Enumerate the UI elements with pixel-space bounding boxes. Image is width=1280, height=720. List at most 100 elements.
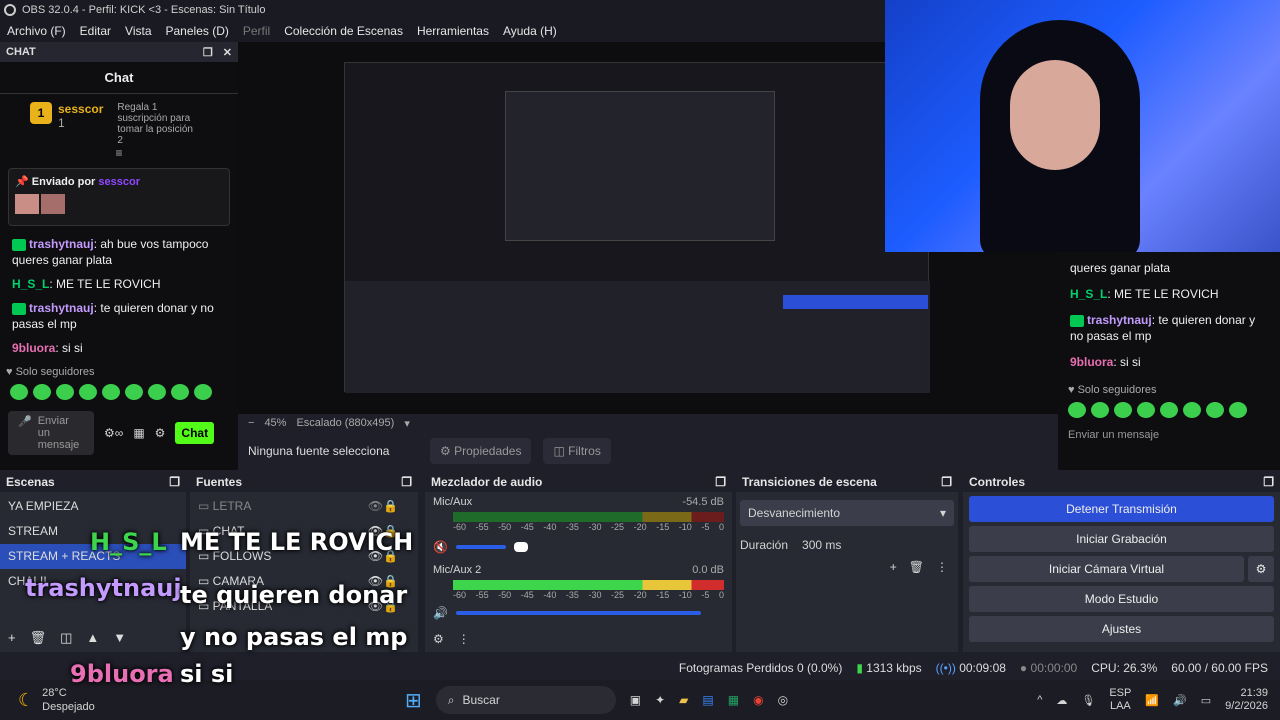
mixer-channel: Mic/Aux 2 0.0 dB -60 -55 -50 -45 -40 -35 -30 -25… [425,558,732,626]
volume-icon[interactable]: 🔊 [1173,694,1187,707]
preview-zoom-bar: − 45% Escalado (880x495) ▾ [238,414,1058,432]
trash-icon[interactable]: 🗑 [909,560,924,574]
close-icon[interactable]: ✕ [223,46,232,59]
controls-panel: Controles ❐ Detener Transmisión Iniciar G… [963,472,1280,652]
search-icon: ⌕ [447,692,455,707]
eye-icon: 👁🔒 [367,499,398,513]
menu-vista[interactable]: Vista [118,24,158,38]
options-icon[interactable]: ⚙∞ [104,426,123,440]
leaderboard: 1 sesscor 1 Regala 1 suscripción para to… [0,94,238,146]
menu-ayuda[interactable]: Ayuda (H) [496,24,564,38]
wifi-icon[interactable]: 📶 [1145,694,1159,707]
start-recording-button[interactable]: Iniciar Grabación [969,526,1274,552]
preview-capture-recursion [344,62,930,393]
undock-icon[interactable]: ❐ [715,475,726,489]
preview-chat-overlay: queres ganar plata H_S_L: ME TE LE ROVIC… [1058,252,1280,470]
add-icon[interactable]: + [8,630,16,646]
chrome-icon[interactable]: ◉ [753,693,763,707]
studio-mode-button[interactable]: Modo Estudio [969,586,1274,612]
more-icon[interactable]: ⋮ [936,560,948,574]
up-icon[interactable]: ▲ [86,630,99,646]
tray-chevron-icon[interactable]: ^ [1037,694,1042,706]
stop-stream-button[interactable]: Detener Transmisión [969,496,1274,522]
language-indicator[interactable]: ESP LAA [1109,687,1131,713]
overlay-text: te quieren donar y no pasas el mp [180,581,408,651]
copilot-icon[interactable]: ✦ [655,693,665,707]
duration-label: Duración [740,538,789,552]
volume-slider[interactable] [455,545,506,549]
menu-editar[interactable]: Editar [73,24,118,38]
send-message-input: Enviar un mensaje [1068,429,1160,441]
menu-paneles[interactable]: Paneles (D) [159,24,236,38]
undock-icon[interactable]: ❐ [203,46,213,59]
meter-ticks: -60 -55 -50 -45 -40 -35 -30 -25 -20 -15 -10 -5 0 [453,590,724,600]
task-view-icon[interactable]: ▣ [630,693,641,707]
emote-bar[interactable] [0,382,238,405]
scale-select[interactable]: Escalado (880x495) [296,417,394,429]
pinned-message: 📌 Enviado por sesscor [8,168,230,226]
channel-db: -54.5 dB [682,496,724,508]
pinned-user: sesscor [98,176,140,188]
clock[interactable]: 21:39 9/2/2026 [1225,687,1268,713]
chat-dock-title: CHAT [6,46,36,58]
filter-icon[interactable]: ◫ [60,630,72,646]
source-item[interactable]: ▭ LETRA 👁🔒 [190,494,418,519]
add-icon[interactable]: + [890,560,897,574]
store-icon[interactable]: ▦ [133,426,144,440]
menu-perfil[interactable]: Perfil [236,24,277,38]
webcam-feed [885,0,1280,252]
filters-button[interactable]: ◫ Filtros [543,438,611,464]
controls-title: Controles [969,475,1026,489]
weather-widget[interactable]: ☾ 28°C Despejado [0,686,300,714]
undock-icon[interactable]: ❐ [169,475,180,489]
undock-icon[interactable]: ❐ [941,475,952,489]
chat-dock-header: CHAT ❐ ✕ [0,42,238,62]
overlay-user: 9bluora [70,660,174,688]
volume-meter [453,580,724,590]
volume-slider[interactable] [455,611,701,615]
meter-ticks: -60 -55 -50 -45 -40 -35 -30 -25 -20 -15 -10 -5 0 [453,522,724,532]
gear-icon[interactable]: ⚙ [1248,556,1274,582]
leader-count: 1 [58,116,65,130]
properties-button[interactable]: ⚙ Propiedades [430,438,532,464]
windows-start-icon[interactable]: ⊞ [405,688,422,713]
rec-time: ● 00:00:00 [1019,661,1078,675]
chat-message: trashytnauj: te quieren donar y no pasas… [1070,313,1256,343]
sheets-icon[interactable]: ▦ [728,693,739,707]
speaker-icon[interactable]: 🔊 [433,606,448,620]
folder-icon[interactable]: ▰ [679,693,688,707]
muted-speaker-icon[interactable]: 🔇 [433,540,448,554]
expand-icon[interactable]: ≡ [0,146,238,160]
transition-select[interactable]: Desvanecimiento ▾ [740,500,954,526]
start-virtual-camera-button[interactable]: Iniciar Cámara Virtual [969,556,1244,582]
send-message-input[interactable]: 🎤 Enviar un mensaje [8,411,94,455]
chat-title: Chat [0,62,238,94]
gear-icon[interactable]: ⚙ [433,632,444,646]
tray-app-icon[interactable]: ☁ [1056,694,1067,707]
chat-message: trashytnauj: te quieren donar y no pasas… [12,301,214,331]
gear-icon[interactable]: ⚙ [155,426,166,440]
scene-item[interactable]: YA EMPIEZA [0,494,186,519]
settings-button[interactable]: Ajustes [969,616,1274,642]
obs-icon[interactable]: ◎ [778,693,788,707]
chat-send-button[interactable]: Chat [175,422,215,444]
no-source-label: Ninguna fuente selecciona [248,444,390,458]
taskbar-search[interactable]: ⌕ Buscar [435,686,616,714]
transitions-panel: Transiciones de escena ❐ Desvanecimiento ▾… [736,472,958,652]
menu-herramientas[interactable]: Herramientas [410,24,496,38]
down-icon[interactable]: ▼ [113,630,126,646]
duration-input[interactable]: 300 ms [802,534,943,556]
trash-icon[interactable]: 🗑 [30,630,47,646]
mixer-channel: Mic/Aux -54.5 dB -60 -55 -50 -45 -40 -35 -30 -25… [425,492,732,558]
chevron-down-icon[interactable]: ▾ [404,417,410,430]
undock-icon[interactable]: ❐ [1263,475,1274,489]
chat-input-row: 🎤 Enviar un mensaje ⚙∞ ▦ ⚙ Chat [0,405,238,461]
zoom-out-icon[interactable]: − [248,417,254,429]
menu-archivo[interactable]: Archivo (F) [0,24,73,38]
more-icon[interactable]: ⋮ [458,632,470,646]
battery-icon[interactable]: ▭ [1201,694,1211,707]
menu-coleccion[interactable]: Colección de Escenas [277,24,410,38]
store-app-icon[interactable]: ▤ [702,693,713,707]
undock-icon[interactable]: ❐ [401,475,412,489]
mic-icon[interactable]: 🎙 [1081,694,1095,707]
